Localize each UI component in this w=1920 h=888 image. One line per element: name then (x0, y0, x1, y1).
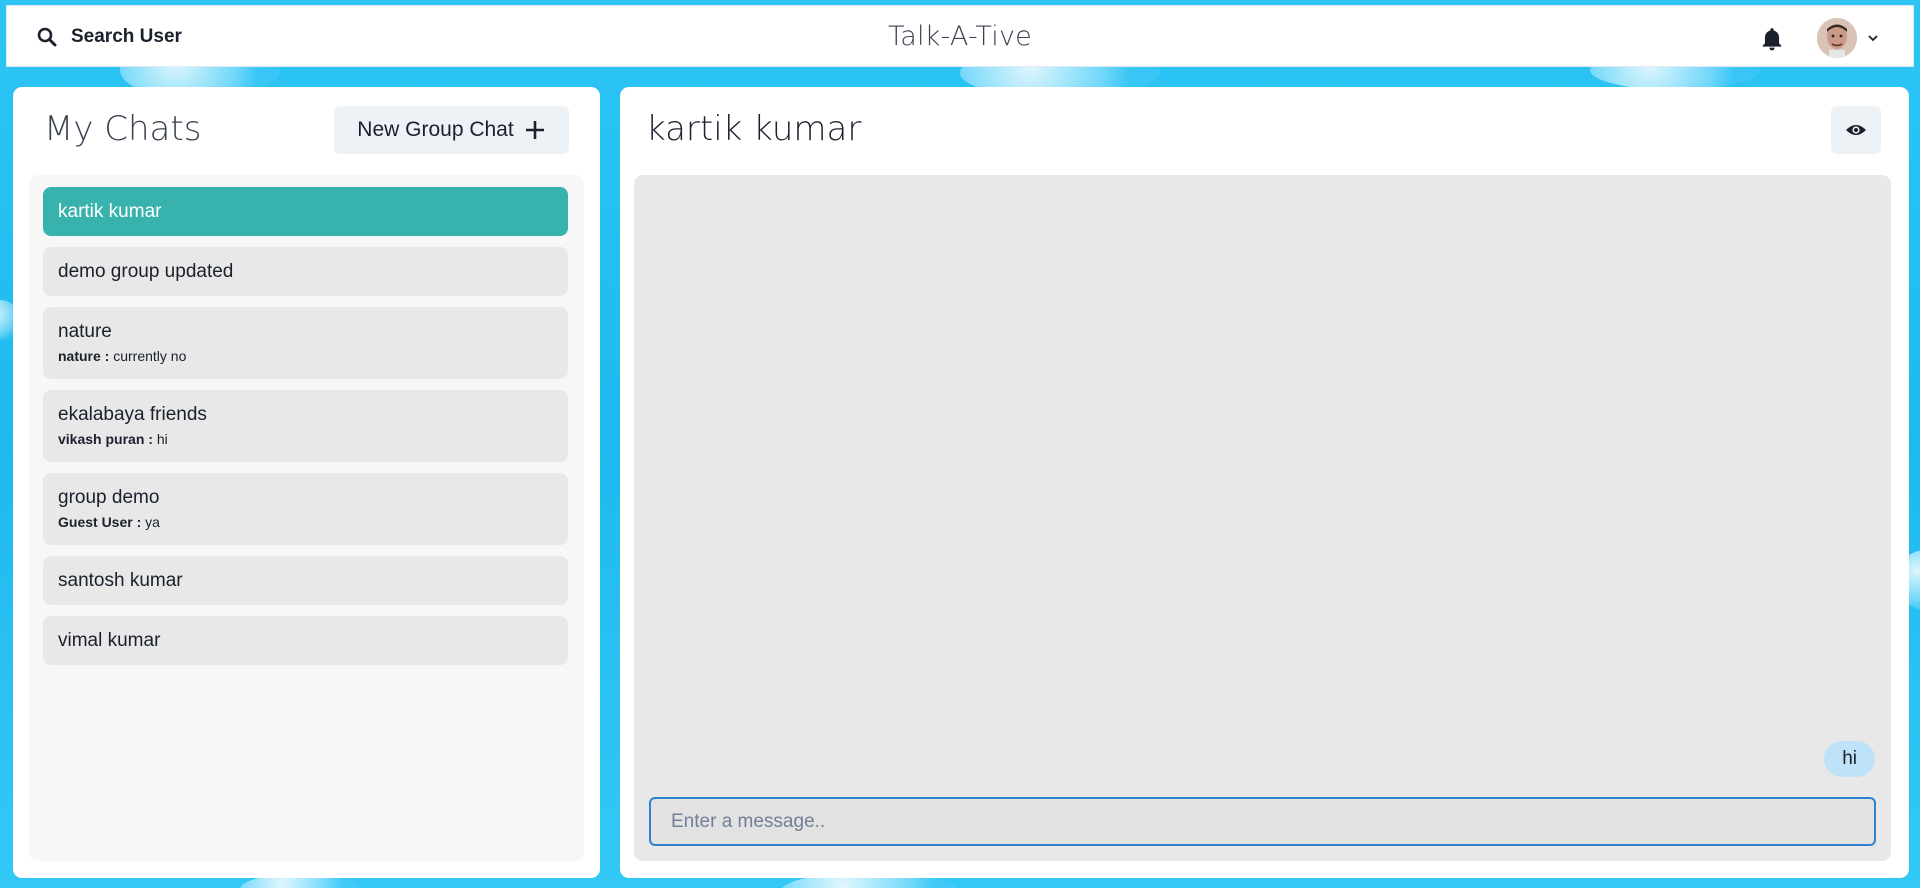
plus-icon (525, 121, 544, 139)
eye-icon (1846, 125, 1866, 135)
chat-title: kartik kumar (646, 109, 862, 149)
chat-name: santosh kumar (58, 569, 183, 591)
top-bar: Search User Talk-A-Tive (6, 5, 1914, 67)
new-group-chat-label: New Group Chat (357, 118, 514, 141)
my-chats-title: My Chats (44, 109, 202, 149)
chat-name: ekalabaya friends (58, 404, 207, 425)
latest-sender: vikash puran : (58, 431, 153, 447)
chat-item-santosh-kumar[interactable]: santosh kumar (43, 556, 568, 605)
chat-item-group-demo[interactable]: group demo Guest User : ya (43, 473, 568, 545)
message-input[interactable] (649, 797, 1876, 846)
chat-name: group demo (58, 487, 160, 508)
chat-name: vimal kumar (58, 629, 161, 651)
chat-latest-message: vikash puran : hi (58, 431, 553, 447)
chat-name: demo group updated (58, 260, 234, 282)
chat-name: kartik kumar (58, 200, 162, 222)
chat-item-demo-group-updated[interactable]: demo group updated (43, 247, 568, 296)
chat-item-kartik-kumar[interactable]: kartik kumar (43, 187, 568, 236)
chat-item-ekalabaya-friends[interactable]: ekalabaya friends vikash puran : hi (43, 390, 568, 462)
latest-text: currently no (113, 348, 187, 364)
messages-area: hi (634, 175, 1891, 861)
bell-icon[interactable] (1759, 26, 1785, 52)
chevron-down-icon (1868, 35, 1878, 42)
latest-text: ya (145, 514, 160, 530)
chat-item-nature[interactable]: nature nature : currently no (43, 307, 568, 379)
message-bubble-own: hi (1824, 741, 1875, 777)
latest-text: hi (156, 431, 168, 447)
view-profile-button[interactable] (1831, 106, 1881, 154)
latest-sender: nature : (58, 348, 110, 364)
new-group-chat-button[interactable]: New Group Chat (334, 106, 569, 154)
chat-latest-message: nature : currently no (58, 348, 553, 364)
profile-menu-button[interactable] (1817, 18, 1879, 58)
chat-list: kartik kumar demo group updated nature n… (29, 175, 584, 861)
avatar (1817, 18, 1857, 58)
app-title: Talk-A-Tive (888, 21, 1032, 52)
latest-sender: Guest User : (58, 514, 142, 530)
chat-item-vimal-kumar[interactable]: vimal kumar (43, 616, 568, 665)
chat-panel: kartik kumar hi (620, 87, 1909, 878)
chat-name: nature (58, 321, 112, 342)
my-chats-panel: My Chats New Group Chat kartik kumar dem… (13, 87, 600, 878)
chat-latest-message: Guest User : ya (58, 514, 553, 530)
